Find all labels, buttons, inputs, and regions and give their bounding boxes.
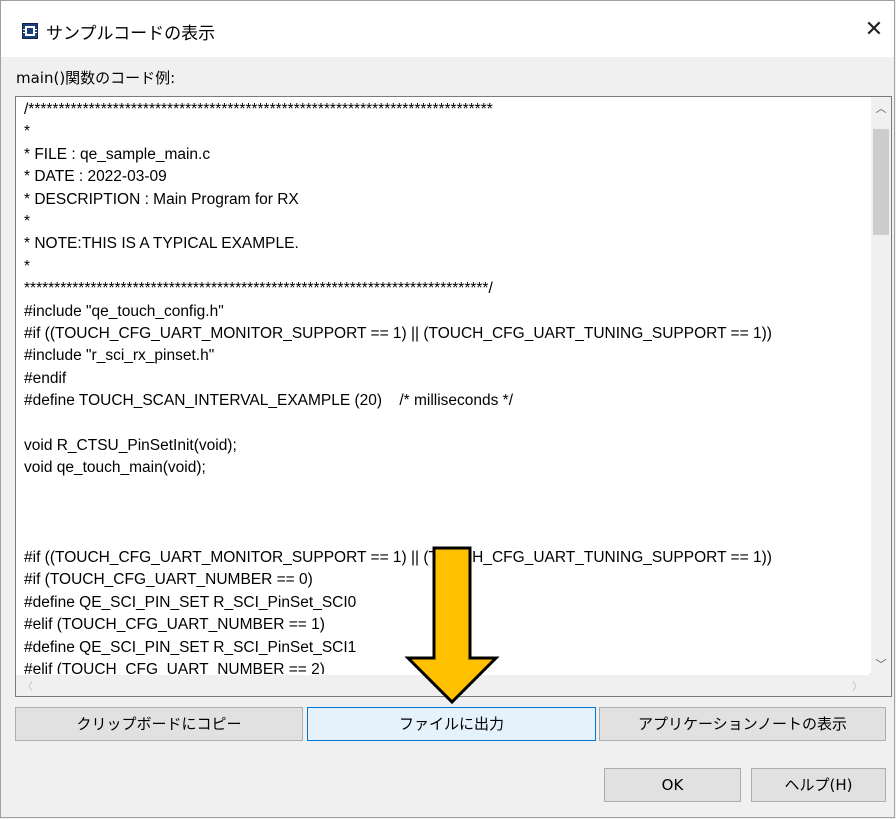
- code-line: * FILE : qe_sample_main.c: [24, 145, 211, 163]
- code-line: * DESCRIPTION : Main Program for RX: [24, 190, 299, 208]
- scroll-corner: [869, 673, 891, 696]
- close-button[interactable]: ✕: [854, 11, 894, 49]
- app-icon: [22, 23, 38, 39]
- code-line: /***************************************…: [24, 101, 493, 118]
- scroll-right-icon[interactable]: 〉: [852, 678, 863, 694]
- show-application-note-button[interactable]: アプリケーションノートの表示: [599, 707, 886, 741]
- code-line: *: [24, 213, 31, 231]
- code-line: #if ((TOUCH_CFG_UART_MONITOR_SUPPORT == …: [24, 325, 772, 343]
- code-line: ****************************************…: [24, 280, 493, 298]
- output-to-file-button[interactable]: ファイルに出力: [307, 707, 596, 741]
- code-line: #define TOUCH_SCAN_INTERVAL_EXAMPLE (20)…: [24, 392, 514, 410]
- code-line: * NOTE:THIS IS A TYPICAL EXAMPLE.: [24, 235, 299, 253]
- code-line: * DATE : 2022-03-09: [24, 168, 167, 186]
- down-arrow-annotation-icon: [404, 546, 500, 705]
- copy-to-clipboard-button[interactable]: クリップボードにコピー: [15, 707, 303, 741]
- code-line: #include "qe_touch_config.h": [24, 302, 224, 320]
- code-line: void qe_touch_main(void);: [24, 459, 206, 477]
- scroll-left-icon[interactable]: 〈: [22, 678, 33, 694]
- vertical-scrollbar[interactable]: ︿ ﹀: [871, 97, 891, 675]
- window-title: サンプルコードの表示: [46, 24, 216, 44]
- code-line: *: [24, 123, 31, 141]
- code-line: #include "r_sci_rx_pinset.h": [24, 347, 215, 365]
- title-bar: サンプルコードの表示 ✕: [1, 1, 894, 57]
- code-line: *: [24, 257, 31, 275]
- code-example-label: main()関数のコード例:: [16, 69, 176, 87]
- vertical-scroll-thumb[interactable]: [873, 129, 889, 235]
- scroll-down-icon[interactable]: ﹀: [871, 656, 891, 672]
- code-line: void R_CTSU_PinSetInit(void);: [24, 437, 237, 455]
- ok-button[interactable]: OK: [604, 768, 741, 802]
- scroll-up-icon[interactable]: ︿: [871, 100, 891, 116]
- sample-code-dialog: サンプルコードの表示 ✕ main()関数のコード例: /***********…: [0, 0, 895, 818]
- help-button[interactable]: ヘルプ(H): [751, 768, 886, 802]
- code-line: #endif: [24, 369, 67, 387]
